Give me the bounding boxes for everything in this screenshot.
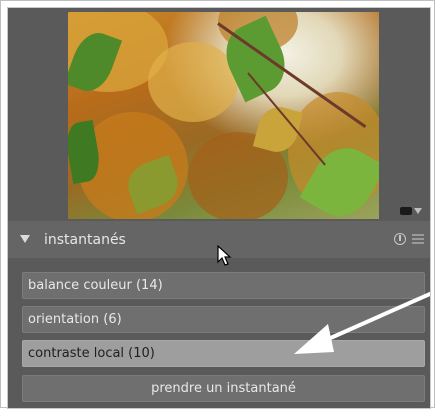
screenshot-frame: instantanés balance couleur (14) orienta… (0, 0, 435, 409)
darkroom-side-panel: instantanés balance couleur (14) orienta… (7, 7, 431, 409)
annotation-arrow (294, 291, 430, 354)
